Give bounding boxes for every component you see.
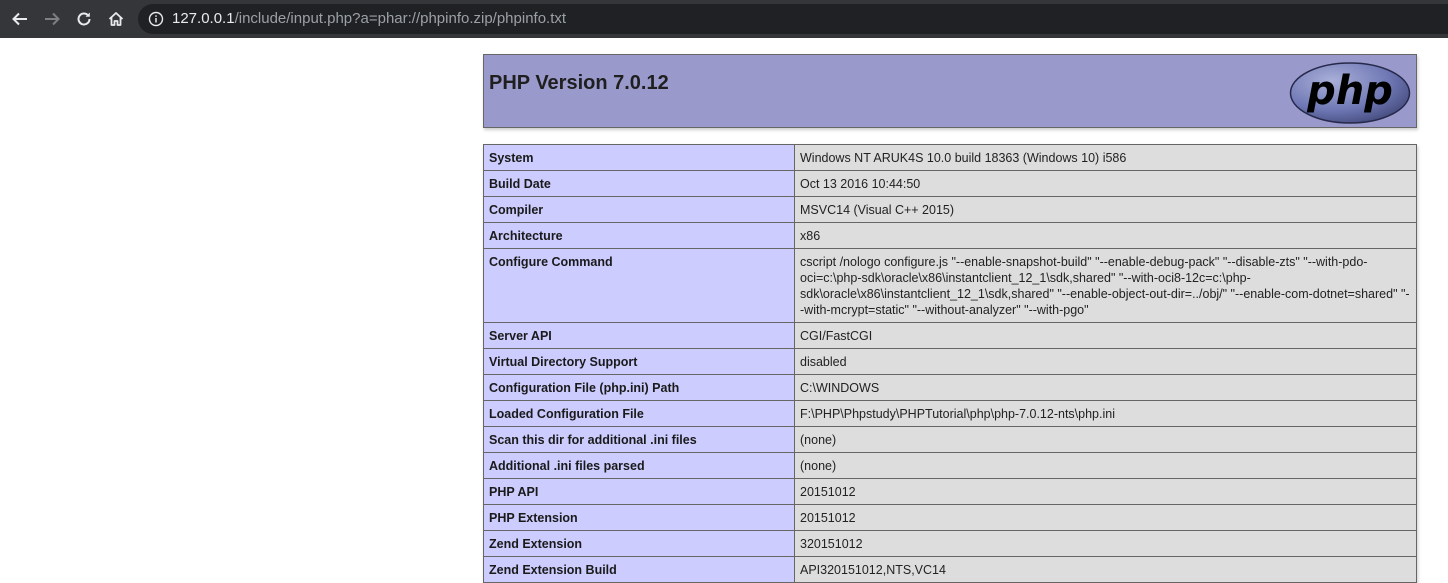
table-row: Additional .ini files parsed (none): [483, 452, 1417, 479]
arrow-left-icon: [12, 12, 27, 26]
info-icon[interactable]: [148, 11, 164, 27]
row-key: System: [483, 144, 795, 171]
php-logo[interactable]: php: [1289, 61, 1411, 125]
info-table: System Windows NT ARUK4S 10.0 build 18363…: [483, 144, 1417, 583]
phpinfo-page: PHP Version 7.0.12 php System Windows NT …: [483, 54, 1417, 583]
url-path: /include/input.php?a=phar://phpinfo.zip/…: [234, 10, 567, 27]
row-value: (none): [794, 426, 1417, 453]
row-key: Server API: [483, 322, 795, 349]
row-value: 20151012: [794, 504, 1417, 531]
row-value: x86: [794, 222, 1417, 249]
table-row: Loaded Configuration File F:\PHP\Phpstudy…: [483, 400, 1417, 427]
row-value: 320151012: [794, 530, 1417, 557]
reload-button[interactable]: [72, 7, 96, 31]
home-button[interactable]: [104, 7, 128, 31]
php-logo-text: php: [1306, 68, 1393, 114]
info-table-body: System Windows NT ARUK4S 10.0 build 18363…: [483, 144, 1417, 583]
row-key: PHP API: [483, 478, 795, 505]
row-key: Architecture: [483, 222, 795, 249]
row-key: Additional .ini files parsed: [483, 452, 795, 479]
row-key: Configuration File (php.ini) Path: [483, 374, 795, 401]
row-value: Windows NT ARUK4S 10.0 build 18363 (Wind…: [794, 144, 1417, 171]
table-row: Scan this dir for additional .ini files(…: [483, 426, 1417, 453]
table-row: Architecture x86: [483, 222, 1417, 249]
back-button[interactable]: [8, 7, 32, 31]
table-row: Configuration File (php.ini) Path C:\WIND…: [483, 374, 1417, 401]
arrow-right-icon: [45, 12, 60, 26]
table-row: Zend Extension Build API320151012,NTS,VC1…: [483, 556, 1417, 583]
row-value: CGI/FastCGI: [794, 322, 1417, 349]
row-key: Scan this dir for additional .ini files: [483, 426, 795, 453]
row-key: Build Date: [483, 170, 795, 197]
row-key: Loaded Configuration File: [483, 400, 795, 427]
row-value: C:\WINDOWS: [794, 374, 1417, 401]
url-host: 127.0.0.1: [172, 10, 235, 27]
row-key: Zend Extension: [483, 530, 795, 557]
row-key: Zend Extension Build: [483, 556, 795, 583]
page-title: PHP Version 7.0.12: [489, 72, 669, 94]
address-bar[interactable]: 127.0.0.1/include/input.php?a=phar://php…: [138, 4, 1448, 34]
browser-toolbar: 127.0.0.1/include/input.php?a=phar://php…: [0, 0, 1448, 38]
row-value: cscript /nologo configure.js "--enable-s…: [794, 248, 1417, 323]
row-key: Virtual Directory Support: [483, 348, 795, 375]
row-key: Compiler: [483, 196, 795, 223]
row-value: Oct 13 2016 10:44:50: [794, 170, 1417, 197]
forward-button[interactable]: [40, 7, 64, 31]
row-key: Configure Command: [483, 248, 795, 323]
home-icon: [108, 12, 124, 26]
table-row: Build Date Oct 13 2016 10:44:50: [483, 170, 1417, 197]
row-value: (none): [794, 452, 1417, 479]
table-row: Configure Command cscript /nologo configu…: [483, 248, 1417, 323]
table-row: Virtual Directory Support disabled: [483, 348, 1417, 375]
row-value: API320151012,NTS,VC14: [794, 556, 1417, 583]
table-row: Server API CGI/FastCGI: [483, 322, 1417, 349]
table-row: System Windows NT ARUK4S 10.0 build 18363…: [483, 144, 1417, 171]
table-row: Compiler MSVC14 (Visual C++ 2015): [483, 196, 1417, 223]
reload-icon: [77, 12, 91, 26]
row-value: F:\PHP\Phpstudy\PHPTutorial\php\php-7.0.…: [794, 400, 1417, 427]
table-row: PHP Extension 20151012: [483, 504, 1417, 531]
row-value: disabled: [794, 348, 1417, 375]
row-key: PHP Extension: [483, 504, 795, 531]
table-row: PHP API 20151012: [483, 478, 1417, 505]
php-version-header: PHP Version 7.0.12 php: [483, 54, 1417, 128]
url-text[interactable]: 127.0.0.1/include/input.php?a=phar://php…: [172, 4, 566, 34]
row-value: MSVC14 (Visual C++ 2015): [794, 196, 1417, 223]
row-value: 20151012: [794, 478, 1417, 505]
table-row: Zend Extension 320151012: [483, 530, 1417, 557]
